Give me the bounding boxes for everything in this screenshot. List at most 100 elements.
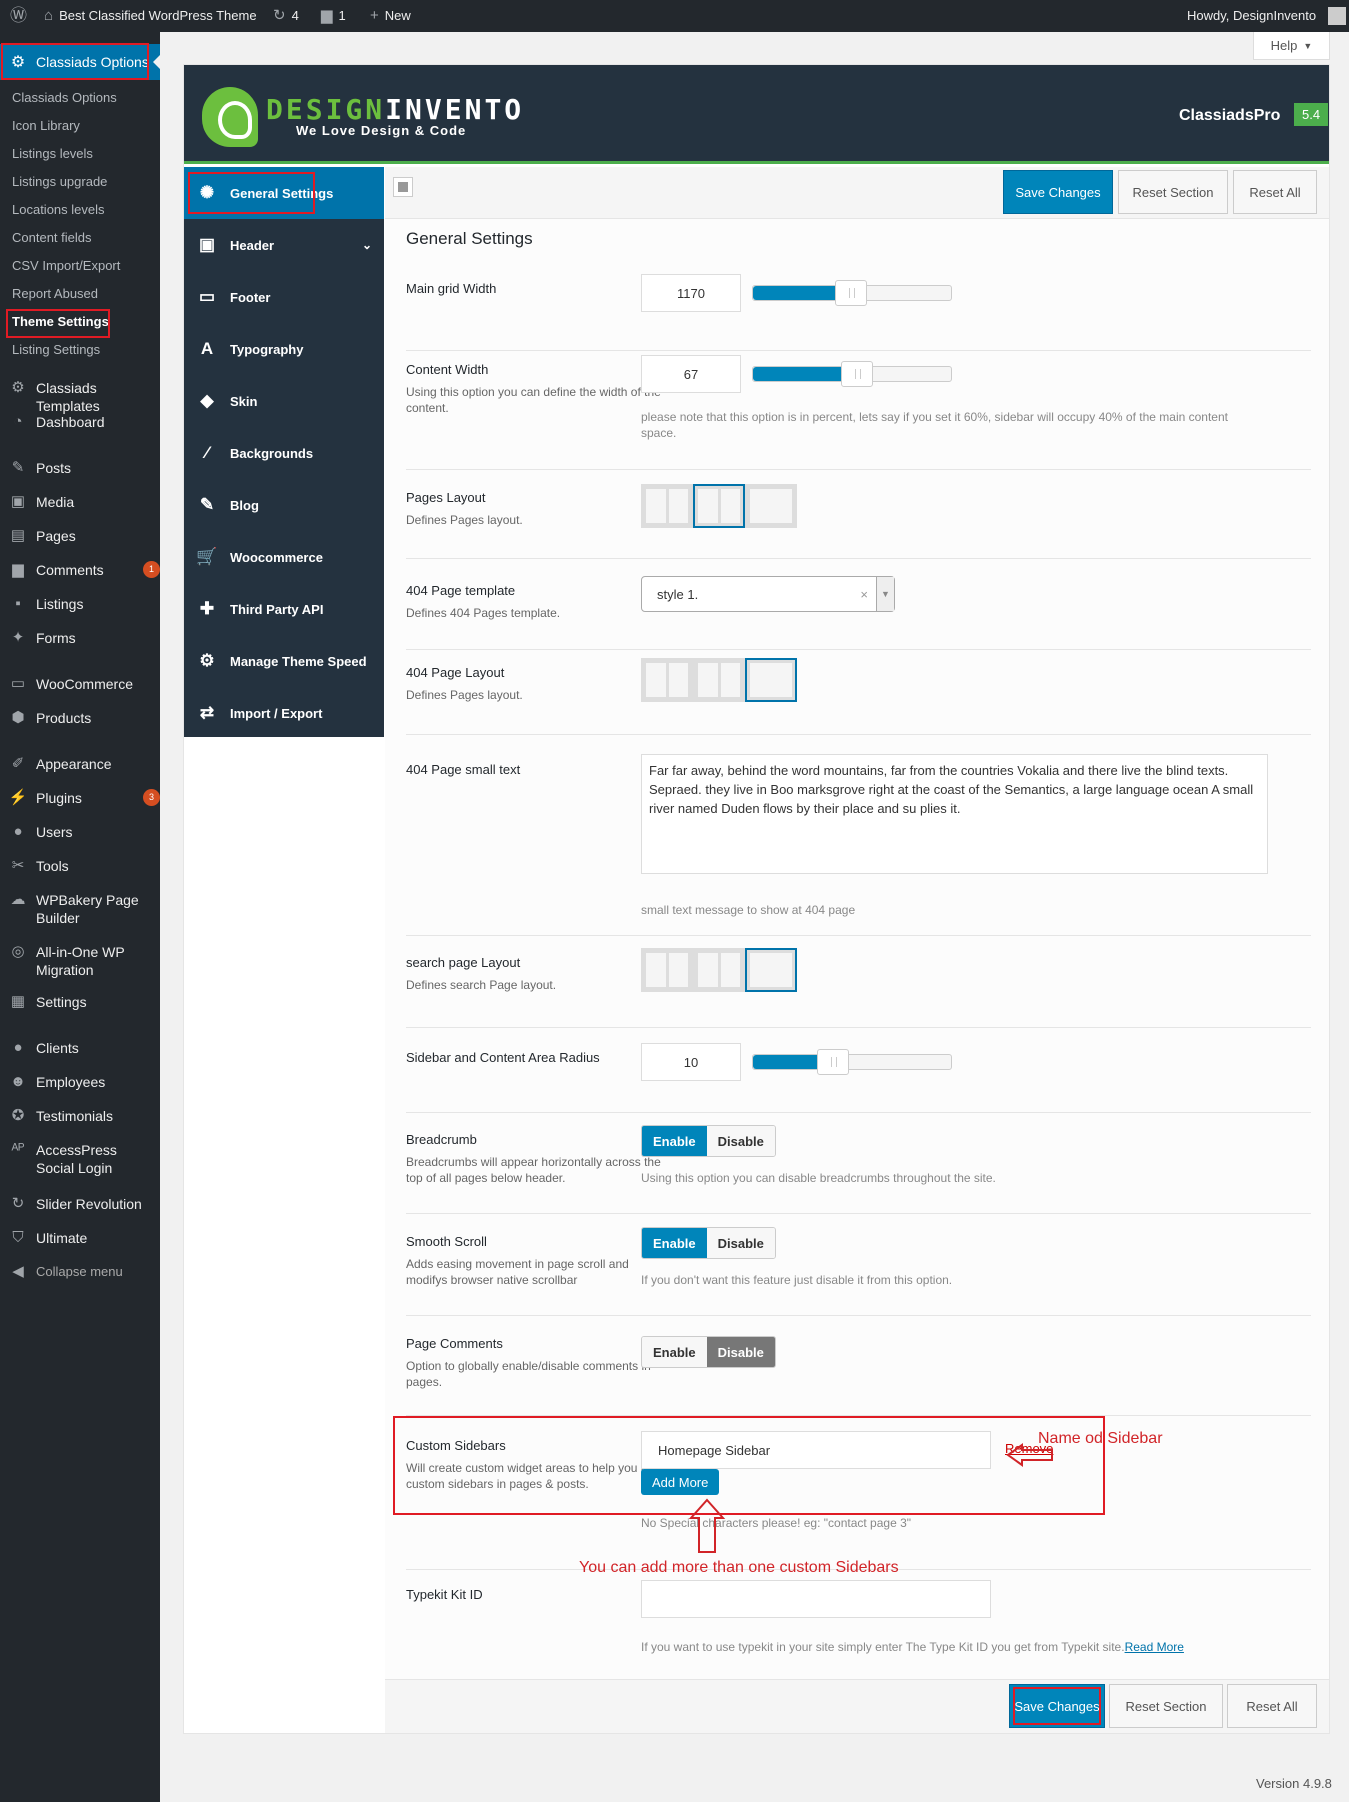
sidebar-item-testimonials[interactable]: ✪ Testimonials (0, 1107, 160, 1125)
setting-row-404-layout: 404 Page Layout Defines Pages layout. (406, 658, 1311, 735)
enable-button[interactable]: Enable (642, 1228, 707, 1258)
slider-handle[interactable] (817, 1049, 849, 1075)
sidebar-item-employees[interactable]: ☻ Employees (0, 1073, 160, 1091)
sidebar-item-products[interactable]: ⬢ Products (0, 709, 160, 727)
content-width-input[interactable]: 67 (641, 355, 741, 393)
nav-item-manage-theme-speed[interactable]: ⚙ Manage Theme Speed (184, 635, 384, 687)
setting-row-404-template: 404 Page template Defines 404 Pages temp… (406, 576, 1311, 650)
header-icon: ▣ (198, 235, 216, 254)
radius-input[interactable]: 10 (641, 1043, 741, 1081)
sidebar-item-pages[interactable]: ▤ Pages (0, 527, 160, 545)
submenu-item[interactable]: Classiads Options (12, 90, 117, 105)
expand-toggle-icon[interactable] (393, 177, 413, 197)
sidebar-item-appearance[interactable]: ✐ Appearance (0, 755, 160, 773)
nav-item-typography[interactable]: A Typography (184, 323, 384, 375)
nav-item-woocommerce[interactable]: 🛒 Woocommerce (184, 531, 384, 583)
grid-width-input[interactable]: 1170 (641, 274, 741, 312)
404-text-textarea[interactable]: Far far away, behind the word mountains,… (641, 754, 1268, 874)
nav-item-header[interactable]: ▣ Header ⌄ (184, 219, 384, 271)
chevron-down-icon[interactable]: ⌄ (362, 238, 372, 252)
site-name-link[interactable]: ⌂ Best Classified WordPress Theme (44, 0, 257, 32)
sidebar-item-dashboard[interactable]: ◔ Dashboard (0, 413, 160, 431)
setting-description: Defines search Page layout. (406, 978, 557, 992)
nav-item-third-party-api[interactable]: ✚ Third Party API (184, 583, 384, 635)
sidebar-item-slider-revolution[interactable]: ↻ Slider Revolution (0, 1195, 160, 1213)
wordpress-logo-icon[interactable]: Ⓦ (10, 0, 27, 32)
brand-logo-text: DESIGNINVENTO (266, 93, 525, 126)
sidebar-item-media[interactable]: ▣ Media (0, 493, 160, 511)
layout-option-2[interactable] (693, 948, 745, 992)
sidebar-item-ultimate[interactable]: ⛉ Ultimate (0, 1229, 160, 1247)
disable-button[interactable]: Disable (706, 1228, 775, 1258)
layout-option-1[interactable] (641, 658, 693, 702)
sidebar-item-plugins[interactable]: ⚡ Plugins 3 (0, 789, 160, 807)
typekit-input[interactable] (641, 1580, 991, 1618)
clear-icon[interactable]: × (860, 587, 868, 602)
submenu-item[interactable]: Locations levels (12, 202, 105, 217)
disable-button[interactable]: Disable (706, 1126, 775, 1156)
layout-option-2[interactable] (693, 484, 745, 528)
submenu-item[interactable]: Content fields (12, 230, 92, 245)
sidebar-item-comments[interactable]: ▆ Comments 1 (0, 561, 160, 579)
sidebar-item-settings[interactable]: ▦ Settings (0, 993, 160, 1011)
404-template-select[interactable]: style 1. × ▼ (641, 576, 895, 612)
reset-all-button-bottom[interactable]: Reset All (1227, 1684, 1317, 1728)
sidebar-item-forms[interactable]: ✦ Forms (0, 629, 160, 647)
theme-name: ClassiadsPro (1179, 107, 1281, 124)
sidebar-item-clients[interactable]: ● Clients (0, 1039, 160, 1057)
disable-button[interactable]: Disable (706, 1337, 775, 1367)
brush-icon: ✐ (11, 755, 25, 772)
pin-icon: ✎ (11, 459, 25, 476)
content-width-slider[interactable] (752, 361, 952, 387)
enable-button[interactable]: Enable (642, 1126, 707, 1156)
reset-section-button-bottom[interactable]: Reset Section (1109, 1684, 1223, 1728)
layout-option-2[interactable] (693, 658, 745, 702)
nav-item-backgrounds[interactable]: ⁄ Backgrounds (184, 427, 384, 479)
sidebar-item-all-in-one-wp-migration[interactable]: ◎ All-in-One WP Migration (0, 943, 160, 979)
nav-item-import-export[interactable]: ⇄ Import / Export (184, 687, 384, 739)
read-more-link[interactable]: Read More (1125, 1640, 1184, 1654)
submenu-item[interactable]: CSV Import/Export (12, 258, 120, 273)
submenu-item[interactable]: Listings upgrade (12, 174, 107, 189)
sidebar-item-posts[interactable]: ✎ Posts (0, 459, 160, 477)
comments-link[interactable]: ▆ 1 (321, 0, 346, 32)
submenu-item[interactable]: Report Abused (12, 286, 98, 301)
help-tab[interactable]: Help ▼ (1253, 32, 1330, 60)
slider-handle[interactable] (835, 280, 867, 306)
dropdown-arrow-icon[interactable]: ▼ (876, 577, 894, 611)
enable-button[interactable]: Enable (642, 1337, 707, 1367)
layout-option-3[interactable] (745, 484, 797, 528)
sidebar-item-wpbakery-page-builder[interactable]: ☁ WPBakery Page Builder (0, 891, 160, 927)
radius-slider[interactable] (752, 1049, 952, 1075)
sidebar-item-classiads-templates[interactable]: ⚙ Classiads Templates (0, 379, 160, 415)
comment-icon: ▆ (321, 7, 333, 24)
brand-logo-icon (202, 87, 258, 147)
submenu-item[interactable]: Icon Library (12, 118, 80, 133)
layout-option-3[interactable] (745, 948, 797, 992)
account-link[interactable]: Howdy, DesignInvento (1187, 0, 1347, 32)
submenu-item[interactable]: Listings levels (12, 146, 93, 161)
sidebar-item-collapse-menu[interactable]: ◀ Collapse menu (0, 1263, 160, 1281)
sidebar-item-users[interactable]: ● Users (0, 823, 160, 841)
sidebar-item-listings[interactable]: ▪ Listings (0, 595, 160, 613)
sidebar-item-tools[interactable]: ✂ Tools (0, 857, 160, 875)
nav-item-footer[interactable]: ▭ Footer (184, 271, 384, 323)
group-icon: ☻ (10, 1073, 26, 1090)
save-changes-button[interactable]: Save Changes (1003, 170, 1113, 214)
sidebar-item-woocommerce[interactable]: ▭ WooCommerce (0, 675, 160, 693)
slider-handle[interactable] (841, 361, 873, 387)
award-icon: ✪ (11, 1107, 25, 1124)
updates-link[interactable]: ↻ 4 (273, 0, 299, 32)
layout-option-1[interactable] (641, 948, 693, 992)
layout-option-3[interactable] (745, 658, 797, 702)
layout-option-1[interactable] (641, 484, 693, 528)
sidebar-item-accesspress-social-login[interactable]: ᴬᴾ AccessPress Social Login (0, 1141, 160, 1177)
nav-item-blog[interactable]: ✎ Blog (184, 479, 384, 531)
sidebar-item-label: Collapse menu (36, 1264, 123, 1279)
grid-width-slider[interactable] (752, 280, 952, 306)
reset-all-button[interactable]: Reset All (1233, 170, 1317, 214)
nav-item-skin[interactable]: ◆ Skin (184, 375, 384, 427)
reset-section-button[interactable]: Reset Section (1118, 170, 1228, 214)
new-content-link[interactable]: + New (370, 0, 411, 32)
submenu-item[interactable]: Listing Settings (12, 342, 100, 357)
